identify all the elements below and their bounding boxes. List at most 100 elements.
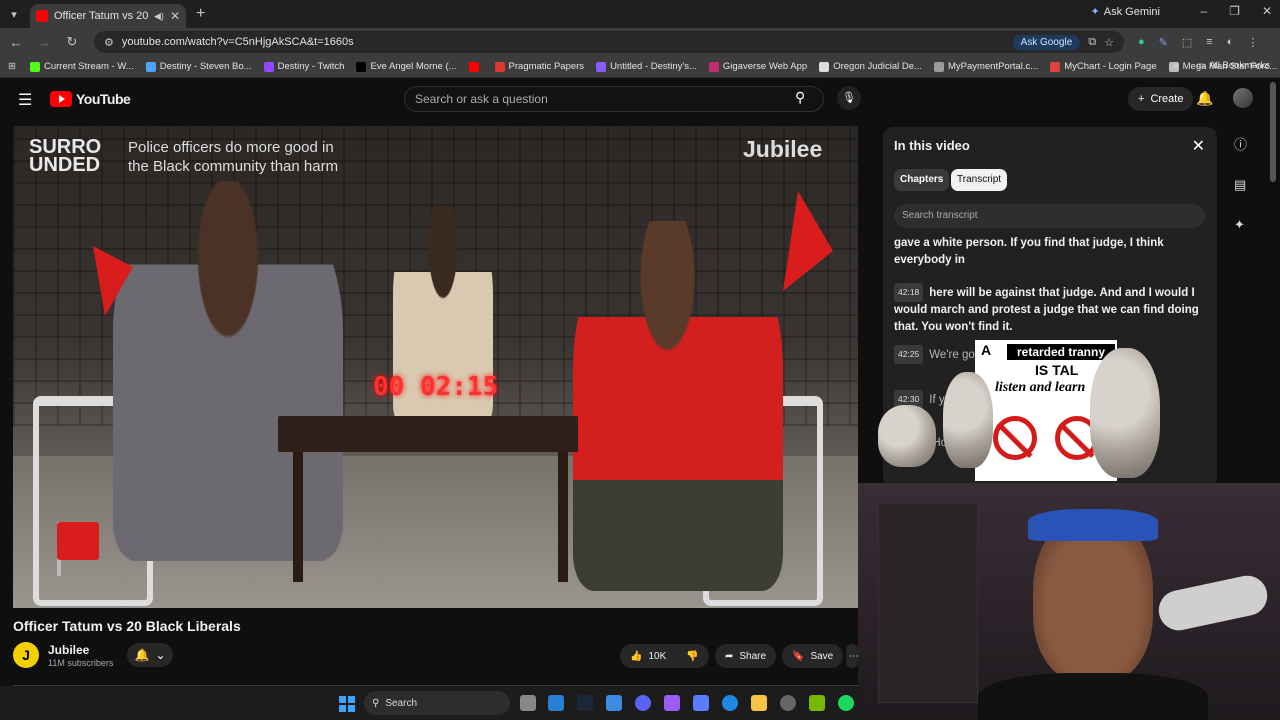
tab-transcript[interactable]: Transcript (951, 169, 1008, 191)
bookmark-star-icon[interactable]: ☆ (1104, 36, 1114, 49)
bookmark-label: MyChart - Login Page (1064, 61, 1157, 72)
install-icon[interactable]: ⧉ (1088, 36, 1096, 49)
bookmark-favicon-icon (356, 61, 367, 72)
minimize-icon[interactable]: – (1200, 4, 1207, 18)
chevron-right-icon[interactable]: » (1173, 60, 1178, 71)
bookmark-item[interactable]: Current Stream - W... (29, 61, 134, 72)
account-avatar[interactable] (1233, 88, 1253, 108)
ask-gemini-button[interactable]: ✦ Ask Gemini (1091, 5, 1160, 19)
extension-icon[interactable]: ✎ (1159, 36, 1168, 49)
share-button[interactable]: ➦ Share (715, 644, 777, 668)
sparkle-icon[interactable]: ✦ (1234, 217, 1247, 233)
apps-grid-icon[interactable]: ⊞ (8, 61, 16, 72)
menu-hamburger-icon[interactable]: ☰ (18, 90, 32, 110)
save-button[interactable]: 🔖 Save (782, 644, 844, 668)
bookmark-label: Current Stream - W... (43, 61, 134, 72)
ask-google-button[interactable]: Ask Google (1012, 34, 1081, 50)
bookmark-item[interactable]: Eve Angel Morne (... (356, 61, 457, 72)
browser-menu-icon[interactable]: ⋮ (1247, 36, 1258, 49)
bookmark-item[interactable]: Oregon Judicial De... (819, 61, 922, 72)
back-icon[interactable]: ← (4, 35, 28, 50)
task-view-icon[interactable] (520, 695, 536, 711)
notifications-bell-icon[interactable]: 🔔 (1196, 90, 1213, 107)
channel-name[interactable]: Jubilee (48, 643, 89, 657)
bookmark-item[interactable]: Untitled - Destiny's... (596, 61, 697, 72)
bookmark-item[interactable]: MyPaymentPortal.c... (933, 61, 1038, 72)
transcript-text: gave a white person. If you find that ju… (894, 237, 1164, 266)
discord-icon[interactable] (635, 695, 651, 711)
windows-start-icon[interactable] (339, 696, 355, 712)
timestamp-badge: 42:18 (894, 283, 924, 302)
chrome-icon[interactable] (780, 695, 796, 711)
tab-chapters[interactable]: Chapters (894, 169, 950, 191)
edge-icon[interactable] (722, 695, 738, 711)
video-person-left (113, 181, 343, 561)
channel-avatar[interactable]: J (13, 642, 39, 668)
create-button[interactable]: + Create (1128, 87, 1194, 111)
search-icon[interactable]: ⚲ (795, 89, 805, 106)
microphone (1155, 572, 1271, 634)
taskbar-app-icon[interactable] (693, 695, 709, 711)
bookmark-item[interactable] (468, 61, 483, 72)
youtube-logo[interactable]: YouTube (50, 91, 131, 107)
forward-icon[interactable]: → (32, 35, 56, 50)
taskbar-app-icon[interactable] (548, 695, 564, 711)
webcam-headband (1028, 509, 1158, 541)
tab-audio-icon: ◀) (154, 10, 164, 21)
reload-icon[interactable]: ↻ (60, 34, 84, 50)
bookmark-item[interactable]: MyChart - Login Page (1050, 61, 1157, 72)
more-actions-button[interactable]: ⋯ (846, 644, 859, 668)
all-bookmarks-button[interactable]: » ▭ All Bookmarks (1173, 60, 1270, 71)
profile-icon[interactable]: ◐ (1227, 36, 1234, 49)
microphone-icon[interactable]: 🎙 (837, 86, 861, 110)
subscription-bell-button[interactable]: 🔔 ⌄ (127, 643, 173, 667)
extensions-puzzle-icon[interactable]: ⬚ (1182, 36, 1192, 49)
close-window-icon[interactable]: ✕ (1262, 4, 1272, 18)
taskbar-search-label: Search (385, 697, 418, 709)
browser-tab-bar: ▾ Officer Tatum vs 20 Black L ◀) ✕ + ✦ A… (0, 0, 1280, 28)
taskbar-app-icon[interactable] (606, 695, 622, 711)
spotify-icon[interactable] (838, 695, 854, 711)
transcript-segment[interactable]: 42:18 here will be against that judge. An… (894, 283, 1204, 336)
thumbs-down-icon[interactable]: 👎 (686, 651, 698, 662)
ask-gemini-label: Ask Gemini (1103, 5, 1160, 18)
close-icon[interactable]: ✕ (1192, 136, 1205, 156)
bell-icon: 🔔 (134, 648, 150, 662)
browser-tab[interactable]: Officer Tatum vs 20 Black L ◀) ✕ (30, 4, 186, 28)
extension-icon[interactable]: ● (1138, 36, 1145, 49)
restore-icon[interactable]: ❐ (1229, 4, 1240, 18)
transcript-segment[interactable]: gave a white person. If you find that ju… (894, 235, 1204, 269)
chat-icon[interactable]: ▤ (1234, 177, 1247, 193)
site-info-icon[interactable]: ⚙ (104, 36, 114, 49)
transcript-search-input[interactable]: Search transcript (894, 204, 1205, 228)
new-tab-button[interactable]: + (196, 5, 205, 23)
bookmark-item[interactable]: Gigaverse Web App (708, 61, 807, 72)
tab-groups-icon[interactable]: ≡ (1206, 36, 1212, 49)
url-field[interactable]: ⚙ youtube.com/watch?v=C5nHjgAkSCA&t=1660… (94, 31, 1124, 53)
search-input[interactable]: Search or ask a question (404, 86, 824, 112)
bookmark-item[interactable]: Destiny - Twitch (263, 61, 344, 72)
youtube-header: ☰ YouTube Search or ask a question ⚲ 🎙 +… (0, 78, 1280, 120)
panel-title: In this video (894, 138, 970, 153)
sticker-line1: IS TAL (1035, 362, 1079, 378)
like-count: 10K (648, 650, 667, 662)
cat-sticker (1090, 348, 1160, 478)
bookmark-favicon-icon (263, 61, 274, 72)
nvidia-icon[interactable] (809, 695, 825, 711)
subscriber-count: 11M subscribers (48, 658, 114, 668)
cat-sticker (943, 372, 993, 468)
like-button[interactable]: 👍 10K 👎 (620, 644, 709, 668)
bookmark-item[interactable]: Pragmatic Papers (494, 61, 584, 72)
jubilee-watermark: Jubilee (743, 136, 823, 162)
info-icon[interactable]: ⓘ (1234, 134, 1247, 153)
file-explorer-icon[interactable] (751, 695, 767, 711)
bookmark-item[interactable]: Destiny - Steven Bo... (145, 61, 252, 72)
tab-close-icon[interactable]: ✕ (170, 9, 180, 23)
tab-search-icon[interactable]: ▾ (0, 0, 28, 28)
cat-sticker (878, 405, 936, 467)
steam-icon[interactable] (577, 695, 593, 711)
video-player[interactable]: 00 02:15 SURRO UNDED Police officers do … (13, 126, 858, 608)
taskbar-app-icon[interactable] (664, 695, 680, 711)
taskbar-search[interactable]: ⚲ Search (364, 691, 510, 715)
page-scrollbar[interactable] (1270, 82, 1276, 182)
